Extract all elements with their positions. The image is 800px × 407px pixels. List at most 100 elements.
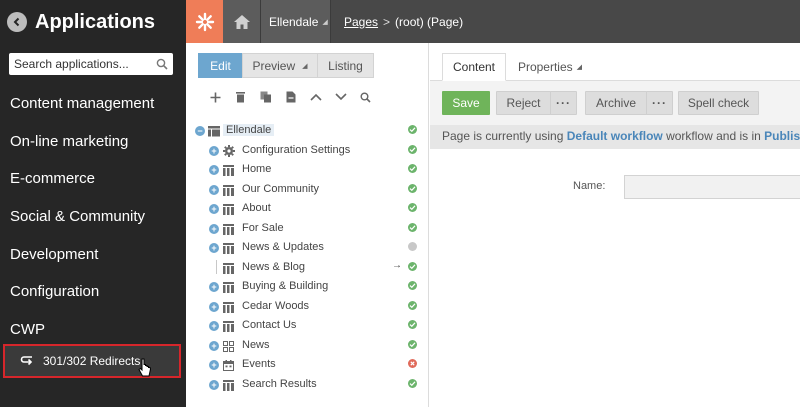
tree-node-label: Search Results: [242, 377, 317, 390]
home-icon[interactable]: [223, 0, 261, 43]
copy-icon[interactable]: [253, 87, 278, 107]
published-status-icon: [408, 183, 417, 193]
search-icon[interactable]: [156, 57, 168, 75]
published-status-icon: [408, 164, 417, 173]
content-tree: − Ellendale + Configuration Settings + H…: [186, 121, 429, 394]
search-applications: [9, 53, 173, 75]
news-grid-icon: [223, 339, 234, 357]
breadcrumb-pages-link[interactable]: Pages: [344, 15, 378, 29]
workflow-name[interactable]: Default workflow: [567, 129, 663, 143]
page-icon: [223, 261, 234, 279]
delete-icon[interactable]: [228, 87, 253, 107]
tree-node-root[interactable]: − Ellendale: [186, 121, 429, 141]
tree-node-label: Cedar Woods: [242, 299, 310, 312]
redirect-icon: [20, 355, 34, 367]
expand-icon[interactable]: +: [209, 379, 219, 390]
category-content-management[interactable]: Content management: [0, 85, 186, 123]
tree-node[interactable]: + For Sale: [186, 219, 429, 239]
page-icon: [223, 163, 234, 181]
category-development[interactable]: Development: [0, 235, 186, 273]
tree-connector: [216, 259, 217, 274]
expand-icon[interactable]: +: [209, 321, 219, 331]
tree-node[interactable]: News & Blog →: [186, 258, 429, 278]
tab-listing-label: Listing: [328, 58, 363, 73]
add-icon[interactable]: [203, 87, 228, 107]
category-online-marketing[interactable]: On-line marketing: [0, 123, 186, 161]
page-icon: [223, 183, 234, 201]
content-toolbar: Save Reject ··· Archive ··· Spell check: [430, 81, 800, 125]
category-e-commerce[interactable]: E-commerce: [0, 160, 186, 198]
expand-icon[interactable]: +: [209, 184, 219, 195]
published-status-icon: [408, 125, 417, 134]
published-status-icon: [408, 320, 417, 329]
tree-node-label: For Sale: [242, 221, 284, 234]
back-icon[interactable]: [7, 12, 27, 32]
archive-more-button[interactable]: ···: [646, 91, 673, 115]
tree-node-label: Events: [242, 358, 276, 370]
expand-icon[interactable]: +: [209, 340, 219, 351]
mode-tabs: Edit Preview ◢ Listing: [198, 53, 374, 78]
tree-node[interactable]: + Events: [186, 355, 429, 375]
page-icon: [223, 280, 234, 298]
expand-icon[interactable]: +: [209, 360, 219, 370]
collapse-icon[interactable]: −: [195, 126, 205, 136]
tab-edit-label: Edit: [210, 58, 231, 73]
move-icon[interactable]: [278, 87, 303, 107]
tab-preview[interactable]: Preview ◢: [242, 53, 318, 78]
search-applications-input[interactable]: [9, 54, 149, 74]
tree-node-label: Buying & Building: [242, 280, 329, 292]
expand-icon[interactable]: +: [209, 145, 219, 156]
tab-listing[interactable]: Listing: [317, 53, 374, 78]
tab-properties[interactable]: Properties ◢: [512, 53, 588, 81]
expand-icon[interactable]: +: [209, 223, 219, 234]
tree-node[interactable]: + News: [186, 336, 429, 356]
content-form: Name:: [430, 149, 800, 407]
tab-properties-label: Properties: [517, 60, 573, 74]
category-social-community[interactable]: Social & Community: [0, 198, 186, 236]
tab-preview-label: Preview: [252, 58, 296, 73]
search-icon[interactable]: [353, 87, 378, 107]
published-status-icon: [408, 300, 417, 310]
name-field[interactable]: [624, 175, 800, 199]
published-status-icon: [408, 144, 417, 154]
tree-node[interactable]: + Contact Us: [186, 316, 429, 336]
tree-node-label: Ellendale: [223, 124, 275, 136]
move-up-icon[interactable]: [303, 87, 328, 107]
breadcrumb: Pages > (root) (Page): [331, 0, 463, 43]
dropdown-icon: ◢: [576, 64, 583, 71]
kentico-logo-icon[interactable]: [186, 0, 223, 43]
tree-node-label: Contact Us: [242, 319, 297, 331]
tab-edit[interactable]: Edit: [198, 53, 243, 78]
app-window: Applications Content management On-line …: [0, 0, 800, 407]
expand-icon[interactable]: +: [209, 204, 219, 214]
move-down-icon[interactable]: [328, 87, 353, 107]
page-icon: [223, 378, 234, 396]
expand-icon[interactable]: +: [209, 301, 219, 312]
reject-button[interactable]: Reject: [496, 91, 551, 115]
published-status-icon: [408, 281, 417, 290]
tree-node[interactable]: + Our Community: [186, 180, 429, 200]
reject-more-button[interactable]: ···: [550, 91, 577, 115]
tree-node[interactable]: + Buying & Building: [186, 277, 429, 297]
tree-node-label: Configuration Settings: [242, 143, 351, 156]
tree-node[interactable]: + Configuration Settings: [186, 141, 429, 161]
tree-node[interactable]: + Search Results: [186, 375, 429, 395]
app-item-redirects[interactable]: 301/302 Redirects: [3, 344, 181, 378]
tree-node[interactable]: + News & Updates: [186, 238, 429, 258]
expand-icon[interactable]: +: [209, 165, 219, 175]
save-button[interactable]: Save: [442, 91, 490, 115]
site-selector[interactable]: Ellendale ◢: [261, 0, 331, 43]
page-icon: [223, 319, 234, 337]
tree-node[interactable]: + About: [186, 199, 429, 219]
category-cwp[interactable]: CWP: [0, 311, 186, 349]
archive-button[interactable]: Archive: [585, 91, 647, 115]
expand-icon[interactable]: +: [209, 243, 219, 253]
link-arrow-icon: →: [392, 259, 402, 271]
category-configuration[interactable]: Configuration: [0, 273, 186, 311]
expand-icon[interactable]: +: [209, 282, 219, 292]
tree-node[interactable]: + Home: [186, 160, 429, 180]
info-prefix: Page is currently using: [442, 129, 567, 143]
tree-node[interactable]: + Cedar Woods: [186, 297, 429, 317]
spell-check-button[interactable]: Spell check: [678, 91, 759, 115]
tab-content[interactable]: Content: [442, 53, 506, 81]
